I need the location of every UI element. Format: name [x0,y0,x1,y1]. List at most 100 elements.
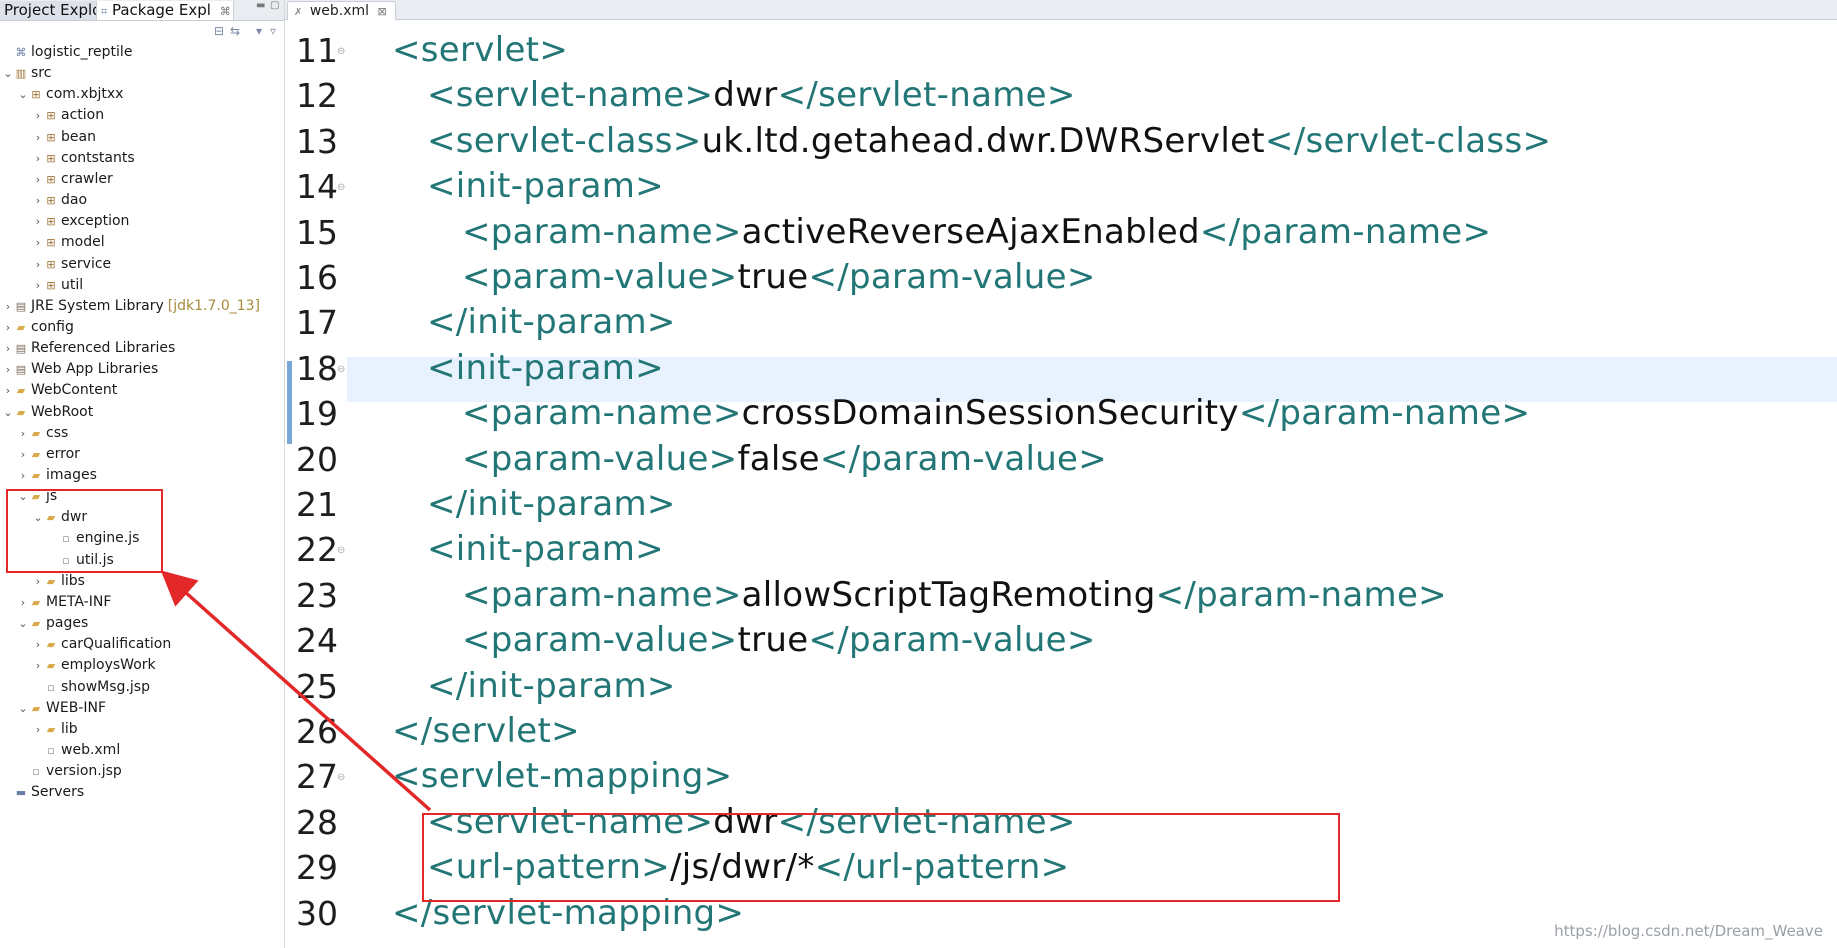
view-menu-icon[interactable]: ▾ [256,24,262,38]
xml-content: uk.ltd.getahead.dwr.DWRServlet [701,120,1265,161]
servers-icon: ▬ [15,786,27,800]
chevron-right-icon[interactable]: › [32,571,44,592]
chevron-right-icon[interactable]: › [32,148,44,169]
tree-item-pages[interactable]: ⌄ ▰ pages [17,613,88,634]
xml-content: true [737,257,809,297]
maximize-icon[interactable]: ▢ [270,0,279,11]
tree-item-libs[interactable]: › ▰ libs [32,571,85,592]
tree-item-contstants[interactable]: › ⊞ contstants [32,148,135,169]
chevron-down-icon[interactable]: ⌄ [17,84,29,105]
code-line: 20 <param-value>false</param-value> [285,437,1837,482]
tab-package-explorer[interactable]: ⌗ Package Expl ⌘ [96,1,234,20]
tree-item-dao[interactable]: › ⊞ dao [32,190,87,211]
tree-item-action[interactable]: › ⊞ action [32,105,104,126]
tree-item-carqualification[interactable]: › ▰ carQualification [32,634,171,655]
close-icon[interactable]: ⊠ [378,5,387,18]
code-line: 26 </servlet> [285,709,1837,754]
line-number: 16 [296,258,338,297]
tree-item-config[interactable]: › ▰ config [2,317,74,338]
chevron-down-icon[interactable]: ⌄ [2,63,14,84]
chevron-right-icon[interactable]: › [17,423,29,444]
tree-item-showmsg-jsp[interactable]: ▫ showMsg.jsp [32,677,150,698]
tree-item-web-inf[interactable]: ⌄ ▰ WEB-INF [17,698,106,719]
chevron-right-icon[interactable]: › [32,232,44,253]
chevron-down-icon[interactable]: ⌄ [17,613,29,634]
chevron-right-icon[interactable]: › [2,296,14,317]
folder-icon: ▰ [46,659,56,673]
xml-tag: </param-value> [808,257,1096,297]
code-line: 27 ⊖ <servlet-mapping> [285,754,1837,799]
tree-item-webroot[interactable]: ⌄ ▰ WebRoot [2,402,93,423]
package-icon: ⊞ [46,257,56,271]
chevron-right-icon[interactable]: › [17,465,29,486]
tree-item-webcontent[interactable]: › ▰ WebContent [2,380,117,401]
tree-item-model[interactable]: › ⊞ model [32,232,105,253]
tree-item-jre-system-library[interactable]: › ▤ JRE System Library [jdk1.7.0_13] [2,296,260,317]
chevron-right-icon[interactable]: › [2,359,14,380]
tree-item-com-xbjtxx[interactable]: ⌄ ⊞ com.xbjtxx [17,84,123,105]
tab-project-explorer[interactable]: Project Explor [0,1,112,20]
tree-item-label: dao [61,192,88,209]
tree-item-employswork[interactable]: › ▰ employsWork [32,655,156,676]
chevron-right-icon[interactable]: › [32,719,44,740]
chevron-down-icon[interactable]: ⌄ [17,698,29,719]
tree-item-servers[interactable]: ▬ Servers [2,782,84,803]
code-line: 13 <servlet-class>uk.ltd.getahead.dwr.DWR… [285,119,1837,164]
chevron-right-icon[interactable]: › [2,338,14,359]
line-number: 17 [296,303,338,343]
line-number: 12 [296,76,338,116]
tree-item-src[interactable]: ⌄ ▥ src [2,63,51,84]
line-number: 21 [296,485,338,524]
xml-tag: </param-name> [1238,393,1531,434]
tree-item-web-xml[interactable]: ▫ web.xml [32,740,120,761]
chevron-right-icon[interactable]: › [32,169,44,190]
chevron-right-icon[interactable]: › [32,190,44,211]
chevron-down-icon[interactable]: ⌄ [2,402,14,423]
line-number: 10 [296,0,338,5]
xml-tag: </param-value> [819,438,1108,479]
line-number: 26 [296,712,338,751]
code-line: 22 ⊖ <init-param> [285,527,1837,572]
tree-item-version-jsp[interactable]: ▫ version.jsp [17,761,122,782]
chevron-right-icon[interactable]: › [32,275,44,296]
tree-item-lib[interactable]: › ▰ lib [32,719,78,740]
chevron-right-icon[interactable]: › [32,655,44,676]
menu-icon[interactable]: ▿ [270,24,276,38]
chevron-right-icon[interactable]: › [32,211,44,232]
tree-item-web-app-libraries[interactable]: › ▤ Web App Libraries [2,359,158,380]
fold-icon[interactable]: ⊖ [337,347,345,392]
chevron-right-icon[interactable]: › [17,592,29,613]
folder-icon: ▰ [46,574,56,588]
fold-icon[interactable]: ⊖ [337,528,345,573]
link-with-editor-icon[interactable]: ⇆ [230,24,240,38]
code-line: 14 ⊖ <init-param> [285,164,1837,209]
chevron-right-icon[interactable]: › [32,254,44,275]
folder-icon: ▰ [46,638,56,652]
package-icon: ⊞ [46,194,56,208]
tree-item-bean[interactable]: › ⊞ bean [32,127,96,148]
tree-item-crawler[interactable]: › ⊞ crawler [32,169,113,190]
tree-item-exception[interactable]: › ⊞ exception [32,211,130,232]
chevron-right-icon[interactable]: › [2,380,14,401]
fold-icon[interactable]: ⊖ [337,165,345,210]
tree-item-logistic-reptile[interactable]: ⌘ logistic_reptile [2,42,133,63]
tree-item-meta-inf[interactable]: › ▰ META-INF [17,592,112,613]
chevron-right-icon[interactable]: › [32,105,44,126]
chevron-right-icon[interactable]: › [17,444,29,465]
line-number: 28 [296,802,338,842]
tree-item-util[interactable]: › ⊞ util [32,275,83,296]
chevron-right-icon[interactable]: › [32,634,44,655]
fold-icon[interactable]: ⊖ [337,755,345,800]
fold-icon[interactable]: ⊖ [337,29,345,74]
collapse-all-icon[interactable]: ⊟ [214,24,224,38]
close-icon[interactable]: ⌘ [220,5,231,18]
minimize-icon[interactable]: ▬ [256,0,265,11]
chevron-right-icon[interactable]: › [2,317,14,338]
xml-file-icon: ▫ [47,743,55,757]
tree-item-service[interactable]: › ⊞ service [32,254,111,275]
tree-item-images[interactable]: › ▰ images [17,465,97,486]
tree-item-referenced-libraries[interactable]: › ▤ Referenced Libraries [2,338,176,359]
chevron-right-icon[interactable]: › [32,127,44,148]
tree-item-css[interactable]: › ▰ css [17,423,69,444]
tree-item-error[interactable]: › ▰ error [17,444,80,465]
